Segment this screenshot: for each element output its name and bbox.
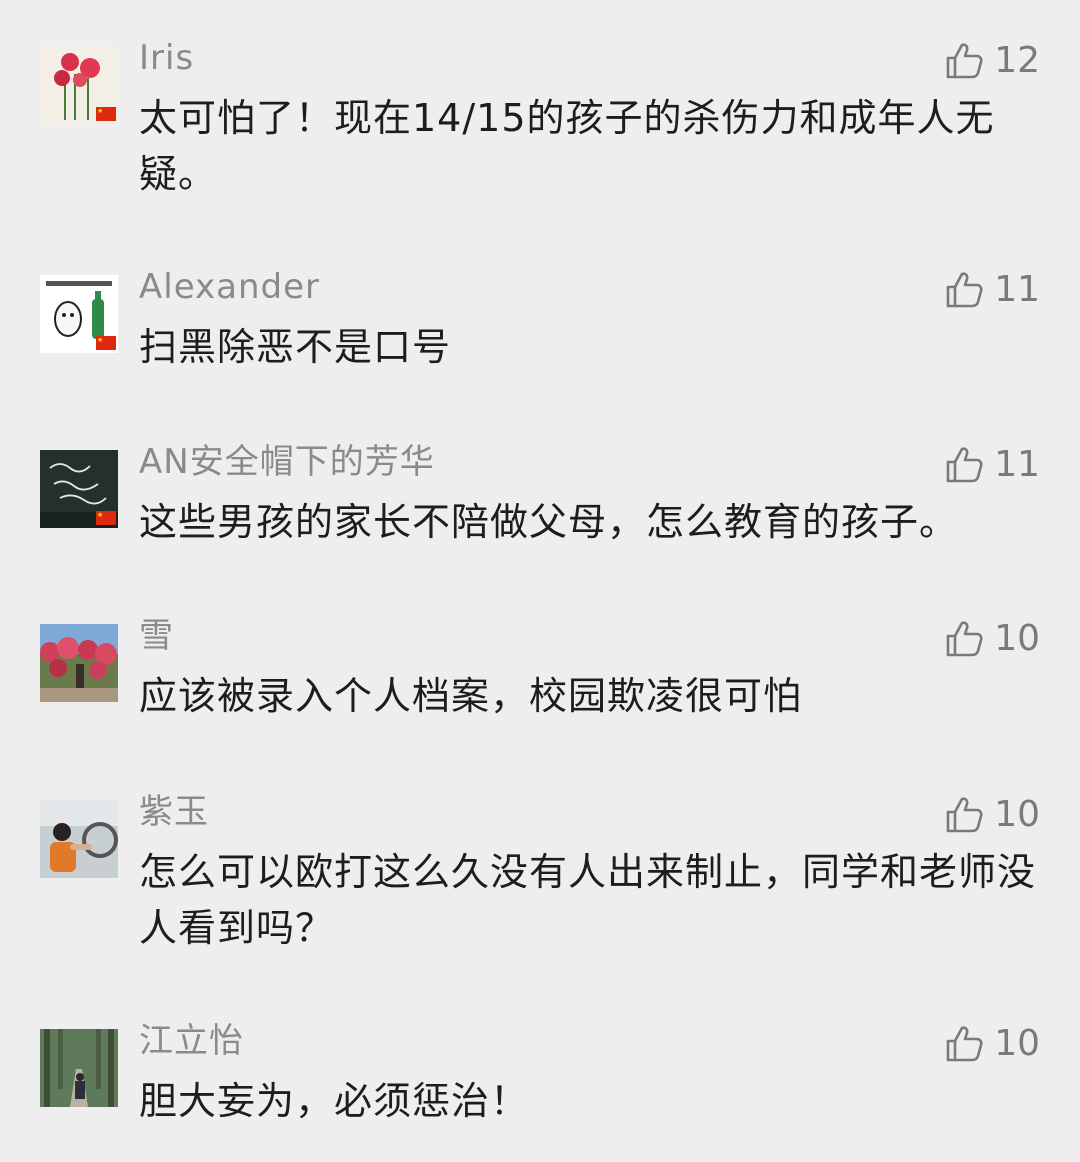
avatar[interactable] <box>40 800 118 878</box>
like-count: 10 <box>994 618 1040 659</box>
comment-text: 应该被录入个人档案，校园欺凌很可怕 <box>139 674 803 718</box>
comment-text: 这些男孩的家长不陪做父母，怎么教育的孩子。 <box>139 500 959 544</box>
forest-path-avatar-image <box>40 1029 118 1107</box>
comment-text: 扫黑除恶不是口号 <box>139 325 452 369</box>
like-count: 11 <box>994 444 1040 485</box>
comment-username[interactable]: AN安全帽下的芳华 <box>139 442 435 482</box>
like-button[interactable]: 11 <box>944 444 1040 486</box>
like-count: 10 <box>994 794 1040 835</box>
thumbs-up-icon <box>946 447 983 483</box>
comment-list: ★ Iris 12 太可怕了！现在14/15的孩子的杀伤力和成年人无疑。 ★ A… <box>0 0 1080 1162</box>
thumbs-up-icon <box>946 621 983 657</box>
avatar[interactable]: ★ <box>40 275 118 353</box>
like-count: 11 <box>994 269 1040 310</box>
comment-username[interactable]: 紫玉 <box>139 792 209 832</box>
flower-bushes-avatar-image <box>40 624 118 702</box>
comment-username[interactable]: 江立怡 <box>139 1021 244 1061</box>
like-button[interactable]: 12 <box>944 40 1040 82</box>
comment-username[interactable]: Iris <box>139 38 194 78</box>
comment-text: 胆大妄为，必须惩治！ <box>139 1079 530 1123</box>
comment-username[interactable]: Alexander <box>139 267 320 307</box>
comment-username[interactable]: 雪 <box>139 616 174 656</box>
china-flag-icon: ★ <box>96 336 116 350</box>
avatar[interactable] <box>40 624 118 702</box>
like-count: 10 <box>994 1023 1040 1064</box>
like-button[interactable]: 11 <box>944 269 1040 311</box>
person-driving-avatar-image <box>40 800 118 878</box>
comment-text: 太可怕了！现在14/15的孩子的杀伤力和成年人无疑。 <box>139 96 995 196</box>
like-button[interactable]: 10 <box>944 618 1040 660</box>
china-flag-icon: ★ <box>96 107 116 121</box>
avatar[interactable]: ★ <box>40 46 118 124</box>
thumbs-up-icon <box>946 43 983 79</box>
thumbs-up-icon <box>946 1026 983 1062</box>
avatar[interactable] <box>40 1029 118 1107</box>
comment-text: 怎么可以欧打这么久没有人出来制止，同学和老师没人看到吗？ <box>139 850 1037 950</box>
avatar[interactable]: ★ <box>40 450 118 528</box>
thumbs-up-icon <box>946 797 983 833</box>
like-count: 12 <box>994 40 1040 81</box>
like-button[interactable]: 10 <box>944 794 1040 836</box>
china-flag-icon: ★ <box>96 511 116 525</box>
like-button[interactable]: 10 <box>944 1023 1040 1065</box>
thumbs-up-icon <box>946 272 983 308</box>
